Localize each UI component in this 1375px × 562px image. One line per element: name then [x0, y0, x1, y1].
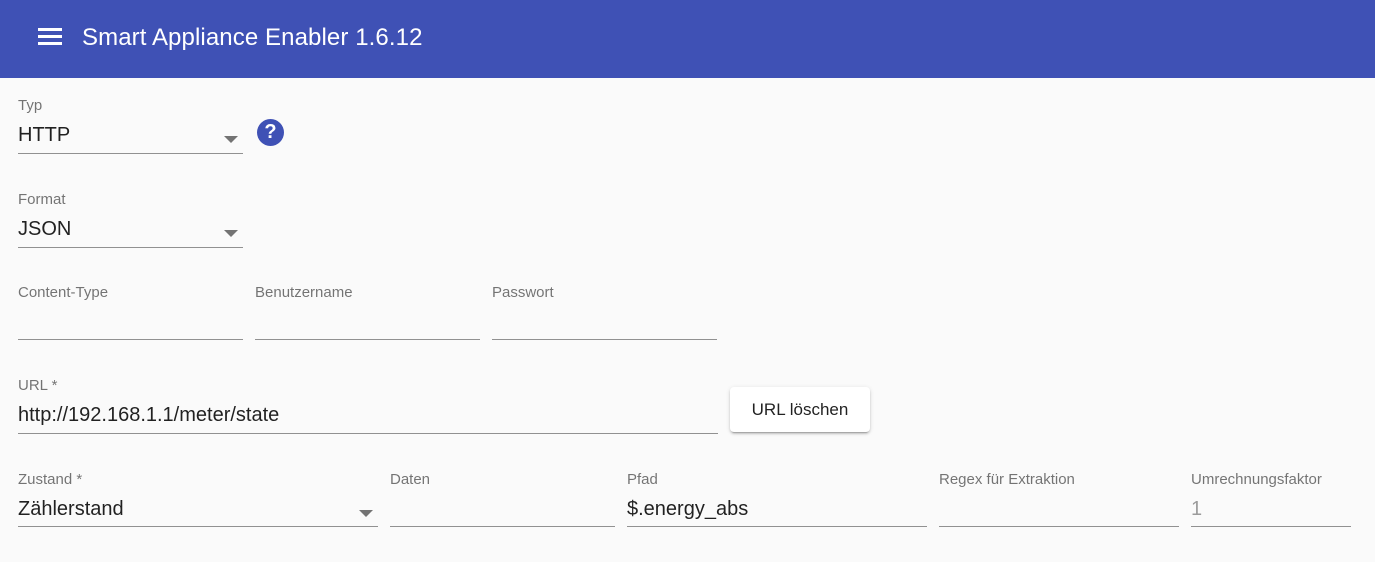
- pfad-value: $.energy_abs: [627, 498, 749, 520]
- typ-select[interactable]: Typ HTTP: [18, 97, 243, 154]
- zustand-value: Zählerstand: [18, 498, 124, 520]
- content-type-input[interactable]: Content-Type: [18, 284, 243, 340]
- typ-underline: [18, 153, 243, 154]
- typ-value: HTTP: [18, 124, 71, 146]
- passwort-label: Passwort: [492, 284, 554, 301]
- umrechnungsfaktor-value: 1: [1191, 498, 1203, 520]
- url-underline: [18, 433, 718, 434]
- content-type-underline: [18, 339, 243, 340]
- passwort-input[interactable]: Passwort: [492, 284, 717, 340]
- zustand-label: Zustand *: [18, 471, 83, 488]
- umrechnungsfaktor-label: Umrechnungsfaktor: [1191, 471, 1322, 488]
- umrechnungsfaktor-input[interactable]: Umrechnungsfaktor 1: [1191, 471, 1351, 527]
- umrechnungsfaktor-underline: [1191, 526, 1351, 527]
- regex-underline: [939, 526, 1179, 527]
- typ-label: Typ: [18, 97, 43, 114]
- benutzername-label: Benutzername: [255, 284, 353, 301]
- format-label: Format: [18, 191, 66, 208]
- regex-input[interactable]: Regex für Extraktion: [939, 471, 1179, 527]
- app-title: Smart Appliance Enabler 1.6.12: [82, 24, 423, 51]
- pfad-label: Pfad: [627, 471, 658, 488]
- format-underline: [18, 247, 243, 248]
- daten-label: Daten: [390, 471, 431, 488]
- daten-underline: [390, 526, 615, 527]
- url-label: URL *: [18, 377, 58, 394]
- url-input[interactable]: URL * http://192.168.1.1/meter/state: [18, 377, 718, 434]
- pfad-input[interactable]: Pfad $.energy_abs: [627, 471, 927, 527]
- pfad-underline: [627, 526, 927, 527]
- zustand-underline: [18, 526, 378, 527]
- content-type-label: Content-Type: [18, 284, 109, 301]
- menu-icon[interactable]: [34, 22, 66, 54]
- format-select[interactable]: Format JSON: [18, 191, 243, 248]
- zustand-select[interactable]: Zustand * Zählerstand: [18, 471, 378, 527]
- benutzername-underline: [255, 339, 480, 340]
- regex-label: Regex für Extraktion: [939, 471, 1075, 488]
- chevron-down-icon: [359, 510, 373, 517]
- format-value: JSON: [18, 218, 72, 240]
- chevron-down-icon: [224, 136, 238, 143]
- daten-input[interactable]: Daten: [390, 471, 615, 527]
- app-toolbar: Smart Appliance Enabler 1.6.12: [0, 0, 1375, 78]
- benutzername-input[interactable]: Benutzername: [255, 284, 480, 340]
- passwort-underline: [492, 339, 717, 340]
- chevron-down-icon: [224, 230, 238, 237]
- url-clear-button[interactable]: URL löschen: [730, 387, 870, 432]
- url-value: http://192.168.1.1/meter/state: [18, 404, 280, 426]
- help-icon[interactable]: ?: [257, 119, 284, 146]
